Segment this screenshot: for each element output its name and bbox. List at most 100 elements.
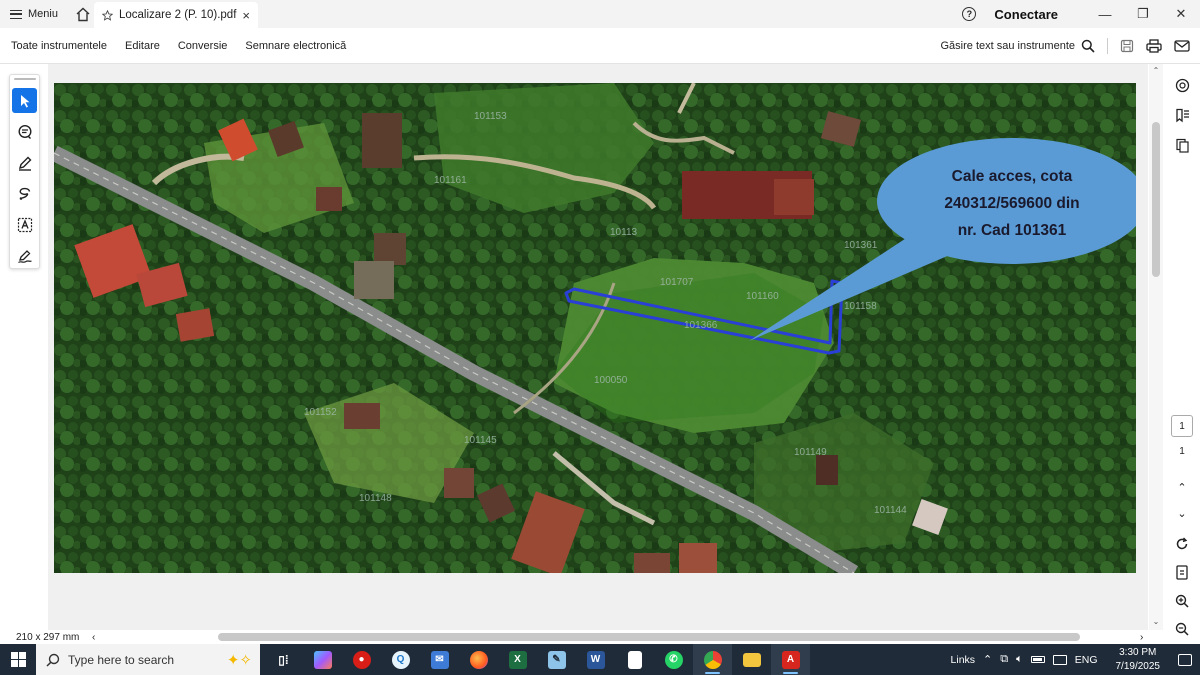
quick-tools-rail	[9, 74, 40, 269]
document-tab[interactable]: Localizare 2 (P. 10).pdf ×	[94, 2, 258, 28]
vertical-scroll-thumb[interactable]	[1152, 122, 1160, 277]
taskbar-copilot[interactable]	[303, 644, 342, 675]
pages-panel-button[interactable]	[1164, 130, 1200, 160]
rotate-icon	[1176, 537, 1188, 550]
language-indicator[interactable]: ENG	[1075, 654, 1098, 666]
mail-app-icon: ✉	[430, 650, 449, 669]
taskbar-excel[interactable]: X	[498, 644, 537, 675]
word-icon: W	[586, 650, 605, 669]
start-button[interactable]	[0, 644, 36, 675]
comment-icon	[17, 124, 32, 139]
vertical-scrollbar[interactable]: ⌃ ⌄	[1149, 64, 1163, 630]
search-icon	[1081, 39, 1095, 53]
scroll-down-arrow[interactable]: ⌄	[1149, 617, 1163, 626]
parcel-label: 101361	[844, 240, 878, 251]
scroll-right-arrow[interactable]: ›	[1140, 632, 1143, 643]
menu-button[interactable]: Meniu	[0, 0, 68, 28]
draw-tool-button[interactable]	[12, 181, 37, 206]
find-label: Găsire text sau instrumente	[940, 40, 1075, 52]
pen-icon	[18, 156, 31, 171]
share-icon[interactable]	[1174, 39, 1190, 53]
title-bar: Meniu Localizare 2 (P. 10).pdf × ? Conec…	[0, 0, 1200, 28]
callout-line-1: Cale acces, cota	[952, 168, 1073, 185]
clock-time: 3:30 PM	[1119, 646, 1157, 658]
parcel-label: 101149	[794, 447, 827, 458]
pdf-page[interactable]: 101153 101161 10113 101707 101160 101158…	[54, 83, 1136, 573]
links-toolbar[interactable]: Links	[951, 654, 976, 666]
sign-in-button[interactable]: Conectare	[994, 7, 1058, 22]
toolbar-all-tools[interactable]: Toate instrumentele	[0, 40, 116, 52]
page-scroll-mode-button[interactable]	[1164, 557, 1200, 587]
taskbar-notepad[interactable]: ✎	[537, 644, 576, 675]
rail-grip[interactable]	[13, 78, 36, 80]
next-page-button[interactable]: ⌄	[1164, 498, 1200, 528]
windows-taskbar: Type here to search ✦✧ ▯⁞ ● Q ✉ X ✎ W ✆ …	[0, 644, 1200, 675]
acrobat-icon: A	[781, 650, 800, 669]
notification-icon[interactable]	[1178, 653, 1192, 666]
sign-tool-button[interactable]	[12, 243, 37, 268]
horizontal-scrollbar[interactable]	[104, 632, 1154, 642]
scroll-up-arrow[interactable]: ⌃	[1149, 66, 1163, 75]
parcel-label: 101144	[874, 505, 907, 516]
comments-panel-button[interactable]	[1164, 70, 1200, 100]
search-icon	[46, 653, 60, 667]
taskbar-acrobat[interactable]: A	[771, 644, 810, 675]
print-icon[interactable]	[1146, 39, 1162, 53]
scroll-left-arrow[interactable]: ‹	[92, 632, 95, 643]
horizontal-scroll-thumb[interactable]	[218, 633, 1080, 641]
parcel-label: 101148	[359, 493, 392, 504]
page-mode-icon	[1176, 564, 1188, 580]
taskbar-whatsapp[interactable]: ✆	[654, 644, 693, 675]
text-tool-button[interactable]	[12, 212, 37, 237]
battery-icon[interactable]	[1030, 656, 1045, 663]
parcel-label: 101161	[434, 175, 467, 186]
current-page-input[interactable]: 1	[1171, 415, 1193, 437]
tab-title: Localizare 2 (P. 10).pdf	[118, 9, 237, 21]
taskbar-word[interactable]: W	[576, 644, 615, 675]
minimize-button[interactable]: —	[1086, 0, 1124, 28]
taskbar-document[interactable]	[615, 644, 654, 675]
display-icon[interactable]	[1052, 654, 1067, 665]
toolbar-edit[interactable]: Editare	[116, 40, 169, 52]
toolbar-esign[interactable]: Semnare electronică	[236, 40, 355, 52]
document-canvas[interactable]: 101153 101161 10113 101707 101160 101158…	[48, 64, 1148, 630]
taskbar-app-mail[interactable]: ✉	[420, 644, 459, 675]
menu-label: Meniu	[28, 8, 58, 20]
highlight-tool-button[interactable]	[12, 150, 37, 175]
aerial-map: 101153 101161 10113 101707 101160 101158…	[54, 83, 1136, 573]
taskbar-search[interactable]: Type here to search ✦✧	[36, 644, 260, 675]
star-icon[interactable]	[102, 9, 113, 22]
folder-icon	[742, 652, 761, 667]
help-icon[interactable]: ?	[962, 7, 977, 21]
callout-line-2: 240312/569600 din	[944, 195, 1079, 212]
taskbar-file-explorer[interactable]	[732, 644, 771, 675]
select-tool-button[interactable]	[12, 88, 37, 113]
notepad-icon: ✎	[547, 650, 566, 669]
zoom-out-button[interactable]	[1164, 614, 1200, 644]
callout-line-3: nr. Cad 101361	[958, 222, 1067, 239]
taskbar-task-view[interactable]: ▯⁞	[264, 644, 303, 675]
taskbar-app-cyan[interactable]: Q	[381, 644, 420, 675]
system-clock[interactable]: 3:30 PM 7/19/2025	[1116, 646, 1161, 674]
bookmarks-panel-button[interactable]	[1164, 100, 1200, 130]
taskbar-chrome[interactable]	[693, 644, 732, 675]
zoom-in-button[interactable]	[1164, 586, 1200, 616]
network-icon[interactable]: ⧉	[1000, 653, 1008, 666]
taskbar-firefox[interactable]	[459, 644, 498, 675]
rotate-button[interactable]	[1164, 529, 1200, 559]
chevron-up-icon[interactable]: ⌃	[983, 653, 992, 666]
find-tools-button[interactable]: Găsire text sau instrumente	[940, 39, 1095, 53]
windows-logo-icon	[10, 652, 26, 667]
close-button[interactable]: ✕	[1162, 0, 1200, 28]
volume-icon[interactable]: 🔈︎	[1016, 653, 1023, 666]
comment-tool-button[interactable]	[12, 119, 37, 144]
document-icon	[627, 650, 642, 669]
tab-close-button[interactable]: ×	[242, 8, 250, 23]
taskbar-app-red[interactable]: ●	[342, 644, 381, 675]
toolbar-convert[interactable]: Conversie	[169, 40, 237, 52]
save-icon[interactable]	[1120, 39, 1134, 53]
maximize-button[interactable]: ❐	[1124, 0, 1162, 28]
firefox-icon	[469, 650, 488, 669]
zoom-out-icon	[1175, 622, 1189, 636]
cursor-icon	[20, 94, 29, 107]
